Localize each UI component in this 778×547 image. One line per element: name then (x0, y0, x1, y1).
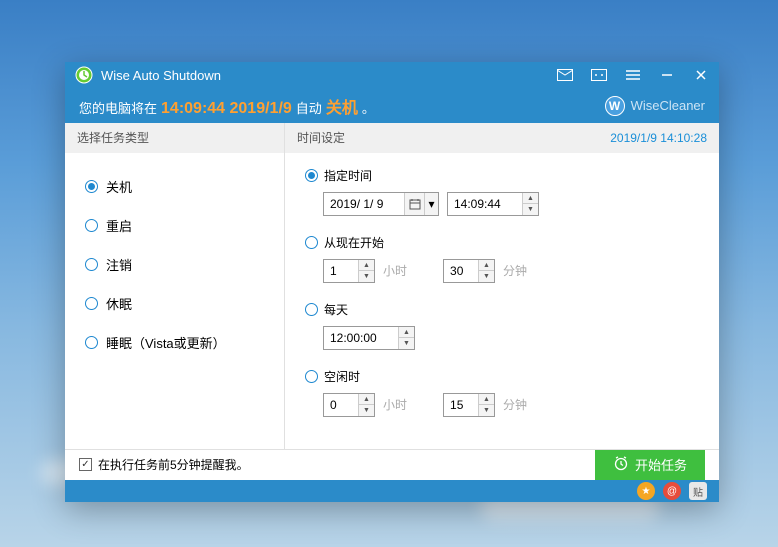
mail-icon[interactable] (557, 67, 573, 83)
menu-icon[interactable] (625, 67, 641, 83)
brand-icon: W (605, 96, 625, 116)
status-text: 您的电脑将在14:09:44 2019/1/9自动关机。 (79, 94, 375, 118)
radio-icon (85, 297, 98, 310)
start-task-button[interactable]: 开始任务 (595, 450, 705, 480)
feedback-icon[interactable] (591, 67, 607, 83)
status-time: 14:09:44 2019/1/9 (157, 100, 296, 117)
task-item-2[interactable]: 注销 (65, 245, 284, 284)
bottom-bar: ★ @ 贴 (65, 480, 719, 502)
time-field[interactable]: ▲▼ (447, 192, 539, 216)
radio-specified-time[interactable]: 指定时间 (305, 167, 699, 184)
idle-hours-field[interactable]: ▲▼ (323, 393, 375, 417)
right-panel-header: 时间设定 2019/1/9 14:10:28 (285, 123, 719, 153)
radio-icon (85, 258, 98, 271)
radio-icon (305, 370, 318, 383)
radio-icon (305, 236, 318, 249)
task-label: 重启 (106, 216, 132, 235)
radio-icon (305, 303, 318, 316)
left-panel-header: 选择任务类型 (65, 123, 284, 153)
calendar-icon[interactable] (404, 193, 424, 215)
chevron-down-icon[interactable]: ▾ (424, 193, 438, 215)
spinner[interactable]: ▲▼ (522, 193, 538, 215)
status-bar: 您的电脑将在14:09:44 2019/1/9自动关机。 W WiseClean… (65, 89, 719, 123)
task-label: 睡眠（Vista或更新） (106, 333, 226, 352)
app-title: Wise Auto Shutdown (101, 68, 557, 83)
row-idle: 空闲时 ▲▼ 小时 ▲▼ 分钟 (305, 368, 699, 417)
task-item-3[interactable]: 休眠 (65, 284, 284, 323)
radio-icon (85, 336, 98, 349)
right-panel: 时间设定 2019/1/9 14:10:28 指定时间 (285, 123, 719, 449)
idle-mins-field[interactable]: ▲▼ (443, 393, 495, 417)
radio-idle[interactable]: 空闲时 (305, 368, 699, 385)
task-label: 休眠 (106, 294, 132, 313)
app-window: Wise Auto Shutdown 您的电脑将在14:09:44 2019/1… (65, 62, 719, 502)
alarm-icon (613, 455, 629, 474)
current-time: 2019/1/9 14:10:28 (610, 131, 707, 145)
date-field[interactable]: ▾ (323, 192, 439, 216)
titlebar: Wise Auto Shutdown (65, 62, 719, 89)
close-button[interactable] (693, 67, 709, 83)
task-item-1[interactable]: 重启 (65, 206, 284, 245)
task-item-0[interactable]: 关机 (65, 167, 284, 206)
daily-time-field[interactable]: ▲▼ (323, 326, 415, 350)
app-icon (75, 66, 93, 84)
radio-icon (85, 219, 98, 232)
radio-icon (85, 180, 98, 193)
minimize-button[interactable] (659, 67, 675, 83)
task-item-4[interactable]: 睡眠（Vista或更新） (65, 323, 284, 362)
row-daily: 每天 ▲▼ (305, 301, 699, 350)
footer: ✓ 在执行任务前5分钟提醒我。 开始任务 (65, 449, 719, 480)
tieba-icon[interactable]: 贴 (689, 482, 707, 500)
brand-link[interactable]: W WiseCleaner (605, 96, 705, 116)
hours-field[interactable]: ▲▼ (323, 259, 375, 283)
brand-label: WiseCleaner (631, 98, 705, 113)
status-action: 关机 (322, 100, 362, 117)
radio-icon (305, 169, 318, 182)
radio-from-now[interactable]: 从现在开始 (305, 234, 699, 251)
row-specified-time: 指定时间 ▾ ▲▼ (305, 167, 699, 216)
medal-icon[interactable]: ★ (637, 482, 655, 500)
checkbox-icon: ✓ (79, 458, 92, 471)
minutes-field[interactable]: ▲▼ (443, 259, 495, 283)
reminder-checkbox[interactable]: ✓ 在执行任务前5分钟提醒我。 (79, 456, 249, 473)
row-from-now: 从现在开始 ▲▼ 小时 ▲▼ 分钟 (305, 234, 699, 283)
weibo-icon[interactable]: @ (663, 482, 681, 500)
radio-daily[interactable]: 每天 (305, 301, 699, 318)
task-label: 注销 (106, 255, 132, 274)
task-label: 关机 (106, 177, 132, 196)
left-panel: 选择任务类型 关机重启注销休眠睡眠（Vista或更新） (65, 123, 285, 449)
